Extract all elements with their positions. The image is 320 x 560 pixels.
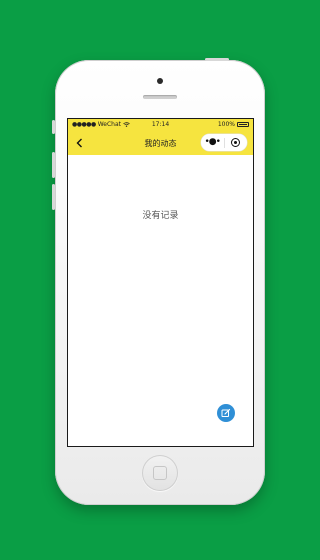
edit-post-button[interactable] [217,404,235,422]
status-right: 100% [218,121,249,128]
battery-icon [237,122,249,127]
home-square-icon [153,466,167,480]
home-button[interactable] [142,455,178,491]
earpiece-speaker [143,95,177,99]
app-screen: ●●●●● WeChat 17:14 100% 我的动态 •●• 没有记录 [67,118,254,447]
edit-icon [221,408,231,417]
volume-down-button [52,184,55,210]
target-circle-icon [231,138,241,147]
navigation-bar: 我的动态 •●• [68,131,253,155]
status-bar: ●●●●● WeChat 17:14 100% [68,119,253,131]
ellipsis-icon[interactable]: •●• [201,134,224,151]
power-button [205,58,229,61]
empty-state-text: 没有记录 [142,211,179,221]
close-mini-program-button[interactable] [225,138,248,147]
front-camera [157,78,163,84]
mute-switch [52,120,55,134]
volume-up-button [52,152,55,178]
battery-percent: 100% [217,121,235,128]
menu-capsule: •●• [201,134,247,151]
